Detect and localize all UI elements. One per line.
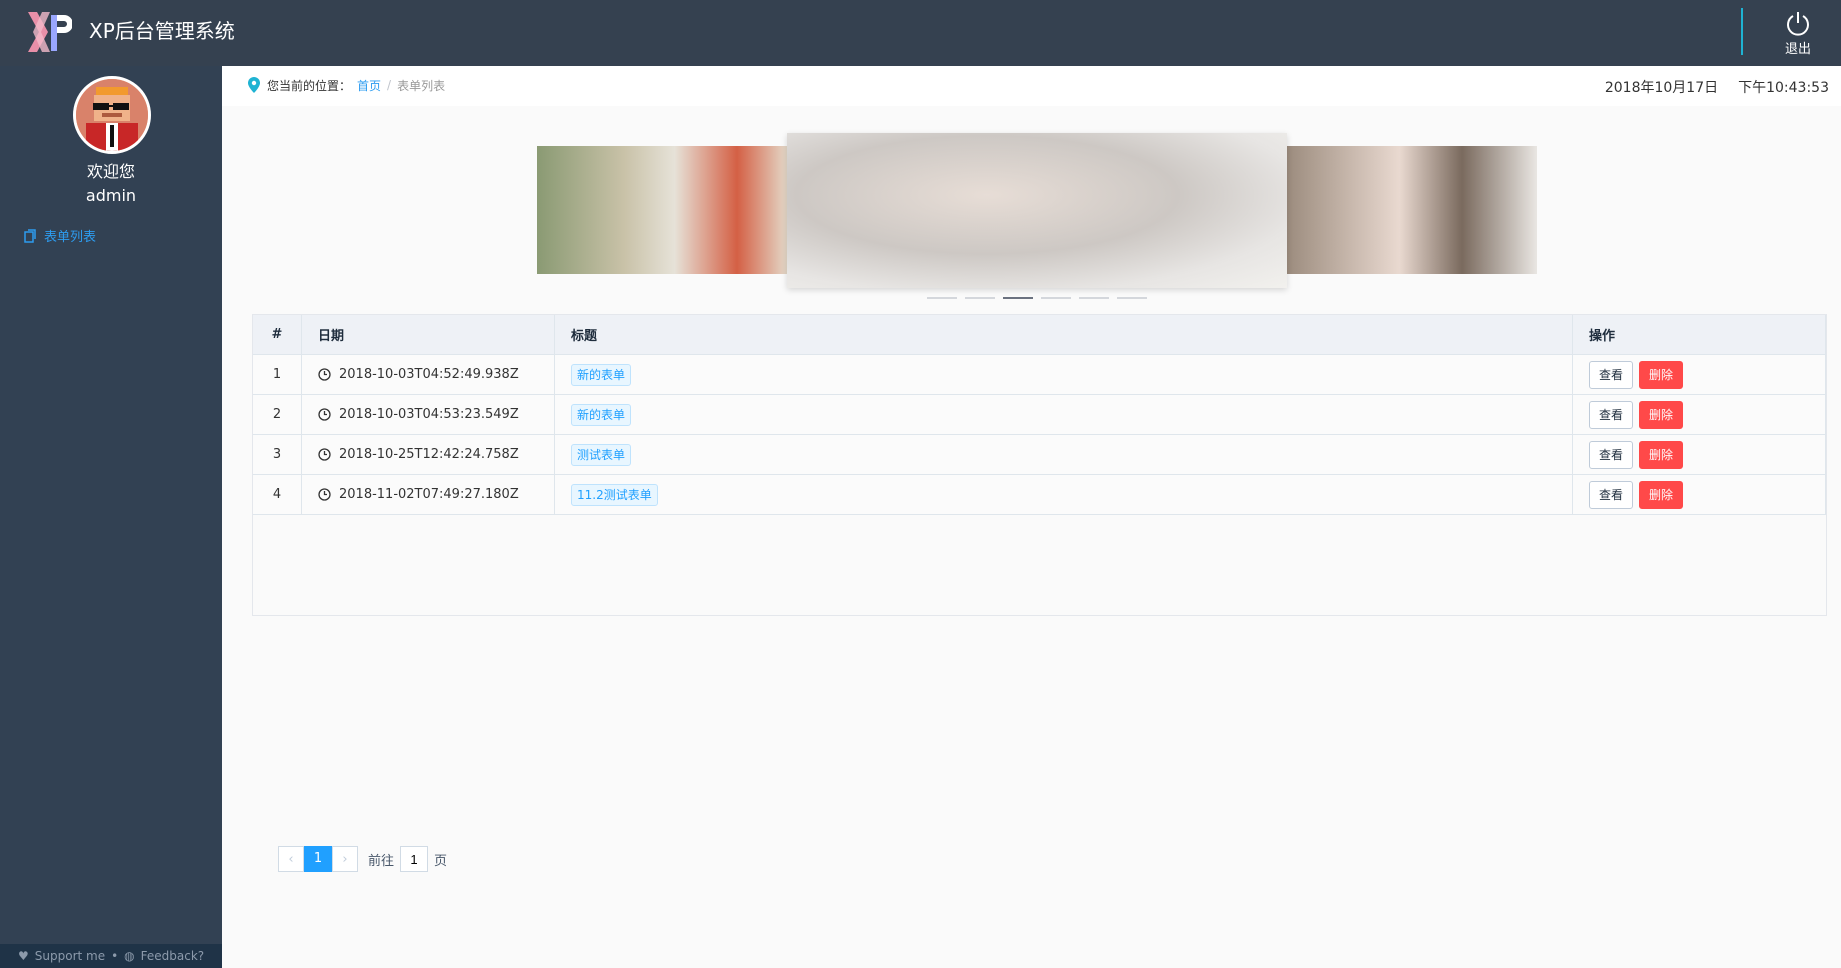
current-time: 下午10:43:53 xyxy=(1738,80,1829,96)
xp-logo xyxy=(28,12,73,52)
carousel-indicators xyxy=(927,297,1147,299)
view-button[interactable]: 查看 xyxy=(1589,400,1634,429)
carousel-indicator-active[interactable] xyxy=(1003,297,1033,299)
logout-button[interactable]: 退出 xyxy=(1763,8,1833,60)
row-number: 3 xyxy=(253,434,302,475)
breadcrumb-current: 表单列表 xyxy=(397,78,446,93)
location-pin-icon xyxy=(248,77,260,93)
row-title-cell: 11.2测试表单 xyxy=(554,474,1573,515)
title-tag: 新的表单 xyxy=(571,363,632,386)
avatar xyxy=(73,76,151,154)
power-icon xyxy=(1787,12,1809,36)
row-actions-cell: 查看 删除 xyxy=(1572,474,1826,515)
prev-page-button[interactable]: ‹ xyxy=(278,846,304,872)
github-icon: ◍ xyxy=(124,949,135,963)
table-row: 3 2018-10-25T12:42:24.758Z 测试表单 查看 删除 xyxy=(253,434,1826,475)
row-date-cell: 2018-10-03T04:53:23.549Z xyxy=(301,394,555,435)
row-date: 2018-10-25T12:42:24.758Z xyxy=(339,447,519,462)
row-date: 2018-11-02T07:49:27.180Z xyxy=(339,487,519,502)
main-content: 您当前的位置： 首页 / 表单列表 2018年10月17日 下午10:43:53… xyxy=(222,66,1841,968)
sidebar-footer: ♥ Support me • ◍ Feedback? xyxy=(0,944,222,968)
title-tag: 新的表单 xyxy=(571,403,632,426)
row-title-cell: 新的表单 xyxy=(554,394,1573,435)
row-date-cell: 2018-10-03T04:52:49.938Z xyxy=(301,354,555,395)
page-number-current[interactable]: 1 xyxy=(304,846,332,872)
row-date: 2018-10-03T04:53:23.549Z xyxy=(339,407,519,422)
carousel-slide-next[interactable] xyxy=(1287,146,1537,274)
goto-label: 前往 xyxy=(368,853,395,869)
row-number: 1 xyxy=(253,354,302,395)
row-number: 2 xyxy=(253,394,302,435)
clock-icon xyxy=(318,448,331,461)
title-tag: 测试表单 xyxy=(571,443,632,466)
breadcrumb-prefix: 您当前的位置： xyxy=(267,78,352,93)
carousel-indicator[interactable] xyxy=(965,297,995,299)
breadcrumb-separator: / xyxy=(387,78,392,92)
clock-icon xyxy=(318,488,331,501)
view-button[interactable]: 查看 xyxy=(1589,360,1634,389)
breadcrumb-home-link[interactable]: 首页 xyxy=(357,77,381,94)
delete-button[interactable]: 删除 xyxy=(1639,440,1684,469)
table-row: 2 2018-10-03T04:53:23.549Z 新的表单 查看 删除 xyxy=(253,394,1826,435)
header-divider xyxy=(1741,8,1743,55)
row-actions-cell: 查看 删除 xyxy=(1572,434,1826,475)
document-icon xyxy=(24,228,36,243)
delete-button[interactable]: 删除 xyxy=(1639,360,1684,389)
carousel-indicator[interactable] xyxy=(1117,297,1147,299)
username: admin xyxy=(85,186,137,205)
chevron-right-icon: › xyxy=(342,852,348,867)
column-header-date: 日期 xyxy=(301,315,555,355)
carousel-indicator[interactable] xyxy=(1079,297,1109,299)
carousel-indicator[interactable] xyxy=(927,297,957,299)
clock-icon xyxy=(318,368,331,381)
row-title-cell: 测试表单 xyxy=(554,434,1573,475)
delete-button[interactable]: 删除 xyxy=(1639,400,1684,429)
table-header-row: # 日期 标题 操作 xyxy=(253,315,1826,355)
image-carousel[interactable] xyxy=(537,133,1537,303)
breadcrumb: 您当前的位置： 首页 / 表单列表 xyxy=(247,76,445,94)
clock-icon xyxy=(318,408,331,421)
heart-icon: ♥ xyxy=(18,949,29,963)
row-title-cell: 新的表单 xyxy=(554,354,1573,395)
form-table: # 日期 标题 操作 1 2018-10-03T04:52:49.938Z 新的表单… xyxy=(252,314,1827,616)
sidebar: 欢迎您 admin 表单列表 ♥ Support me • ◍ Feedback… xyxy=(0,66,222,968)
top-header: XP后台管理系统 退出 xyxy=(0,0,1841,66)
row-date: 2018-10-03T04:52:49.938Z xyxy=(339,367,519,382)
column-header-title: 标题 xyxy=(554,315,1573,355)
goto-page-input[interactable] xyxy=(400,846,429,872)
sidebar-item-label: 表单列表 xyxy=(44,230,97,245)
delete-button[interactable]: 删除 xyxy=(1639,480,1684,509)
title-tag: 11.2测试表单 xyxy=(571,483,658,506)
support-link[interactable]: Support me xyxy=(35,949,105,963)
table-row: 1 2018-10-03T04:52:49.938Z 新的表单 查看 删除 xyxy=(253,354,1826,395)
carousel-indicator[interactable] xyxy=(1041,297,1071,299)
carousel-slide-prev[interactable] xyxy=(537,146,787,274)
page-suffix: 页 xyxy=(434,853,448,869)
carousel-slide-active[interactable] xyxy=(787,133,1287,288)
view-button[interactable]: 查看 xyxy=(1589,440,1634,469)
row-number: 4 xyxy=(253,474,302,515)
row-actions-cell: 查看 删除 xyxy=(1572,394,1826,435)
breadcrumb-bar: 您当前的位置： 首页 / 表单列表 2018年10月17日 下午10:43:53 xyxy=(222,66,1841,106)
logout-label: 退出 xyxy=(1784,42,1811,57)
column-header-actions: 操作 xyxy=(1572,315,1826,355)
sidebar-item-form-list[interactable]: 表单列表 xyxy=(24,226,96,245)
pagination: ‹ 1 › 前往 页 xyxy=(278,846,447,872)
chevron-left-icon: ‹ xyxy=(288,852,294,867)
datetime-display: 2018年10月17日 下午10:43:53 xyxy=(1605,77,1829,97)
row-date-cell: 2018-11-02T07:49:27.180Z xyxy=(301,474,555,515)
feedback-link[interactable]: Feedback? xyxy=(141,949,205,963)
view-button[interactable]: 查看 xyxy=(1589,480,1634,509)
next-page-button[interactable]: › xyxy=(332,846,358,872)
app-title: XP后台管理系统 xyxy=(89,19,235,43)
footer-separator: • xyxy=(111,949,119,963)
column-header-num: # xyxy=(253,315,302,355)
row-date-cell: 2018-10-25T12:42:24.758Z xyxy=(301,434,555,475)
row-actions-cell: 查看 删除 xyxy=(1572,354,1826,395)
welcome-text: 欢迎您 xyxy=(86,162,135,181)
table-row: 4 2018-11-02T07:49:27.180Z 11.2测试表单 查看 删除 xyxy=(253,474,1826,515)
current-date: 2018年10月17日 xyxy=(1604,80,1719,96)
